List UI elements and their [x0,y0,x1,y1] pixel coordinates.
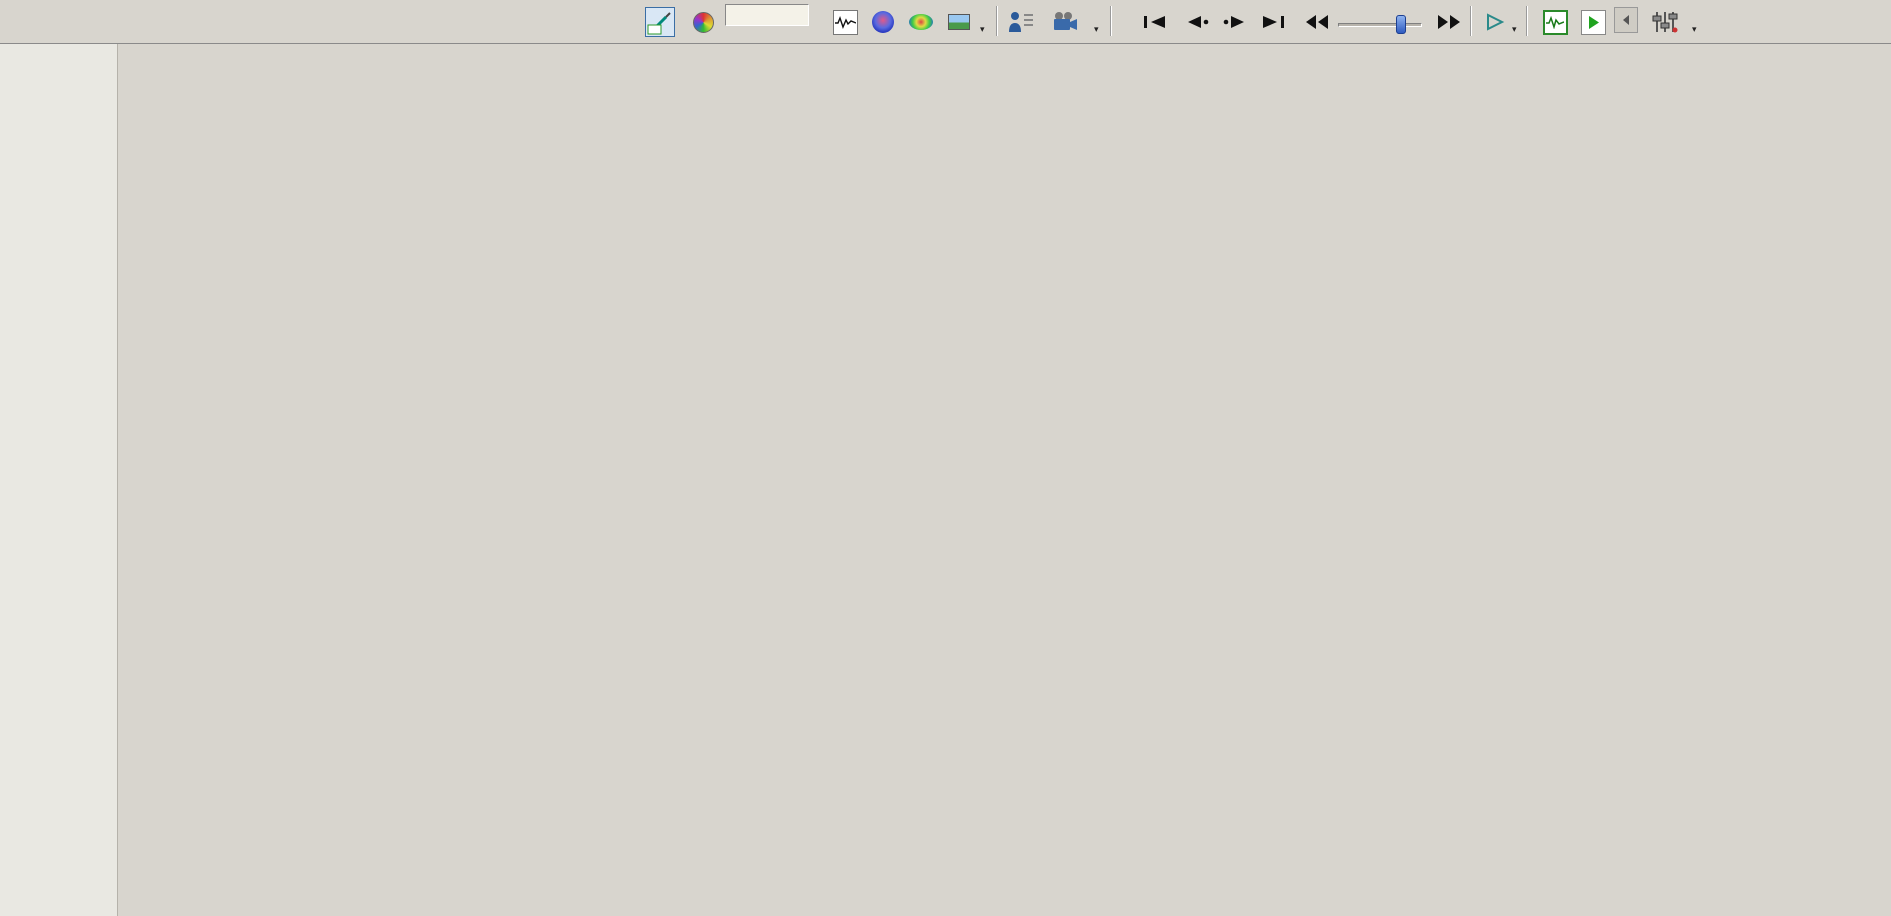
fast-forward-button[interactable] [1432,7,1466,37]
brain-topography-button[interactable] [868,7,898,37]
go-to-start-button[interactable] [1138,7,1172,37]
eeg-trace-canvas[interactable] [118,44,1891,916]
view-dropdown-arrow-icon[interactable]: ▾ [980,24,985,35]
patient-info-button[interactable] [1006,7,1036,37]
analysis-trace-button[interactable] [1540,7,1570,37]
collapse-panel-button[interactable] [1614,7,1638,33]
color-wheel-icon [692,11,714,33]
spectral-map-button[interactable] [906,7,936,37]
trace-view-button[interactable] [830,7,860,37]
toolbar-separator [1110,6,1112,36]
go-to-end-button[interactable] [1256,7,1290,37]
fast-rewind-icon [1306,15,1328,29]
skip-to-start-icon [1144,16,1165,28]
patient-info-icon [1009,12,1033,32]
toolbar-separator [1526,6,1528,36]
rewind-button[interactable] [1300,7,1334,37]
pen-3d-icon [647,12,671,35]
color-map-settings-button[interactable] [688,7,718,37]
step-forward-button[interactable] [1218,7,1252,37]
fast-forward-icon [1438,15,1460,29]
brain-map-icon [872,11,894,33]
play-dropdown-arrow-icon[interactable]: ▾ [1512,24,1517,35]
montage-settings-button[interactable] [1650,7,1680,37]
play-button[interactable] [1480,7,1510,37]
step-back-button[interactable] [1180,7,1214,37]
channel-label-panel [0,44,118,916]
time-display [725,4,809,26]
toolbar: ▾ ▾ ▾ ▾ [0,0,1891,44]
green-trace-icon [1542,9,1568,35]
chevron-left-icon [1623,15,1629,25]
eeg-main-area [0,44,1891,916]
skip-to-end-icon [1263,16,1284,28]
video-button[interactable] [1050,7,1080,37]
image-icon [948,14,970,30]
step-back-icon [1188,16,1209,28]
play-outline-icon [1487,13,1505,31]
eeg-viewer-window: ▾ ▾ ▾ ▾ [0,0,1891,916]
trace-view-icon [832,9,858,35]
video-dropdown-arrow-icon[interactable]: ▾ [1094,24,1099,35]
speed-slider-handle[interactable] [1396,15,1406,34]
green-play-icon [1580,9,1606,35]
spectral-map-icon [909,14,933,30]
speed-slider-track[interactable] [1338,23,1422,27]
settings-dropdown-arrow-icon[interactable]: ▾ [1692,24,1697,35]
montage-pen-3d-button[interactable] [645,7,675,37]
start-analysis-button[interactable] [1578,7,1608,37]
video-camera-icon [1054,12,1077,30]
mixer-settings-icon [1652,12,1678,33]
datetime-display [725,2,809,26]
step-forward-icon [1223,16,1244,28]
toolbar-separator [1470,6,1472,36]
toolbar-separator [996,6,998,36]
image-view-button[interactable] [944,7,974,37]
